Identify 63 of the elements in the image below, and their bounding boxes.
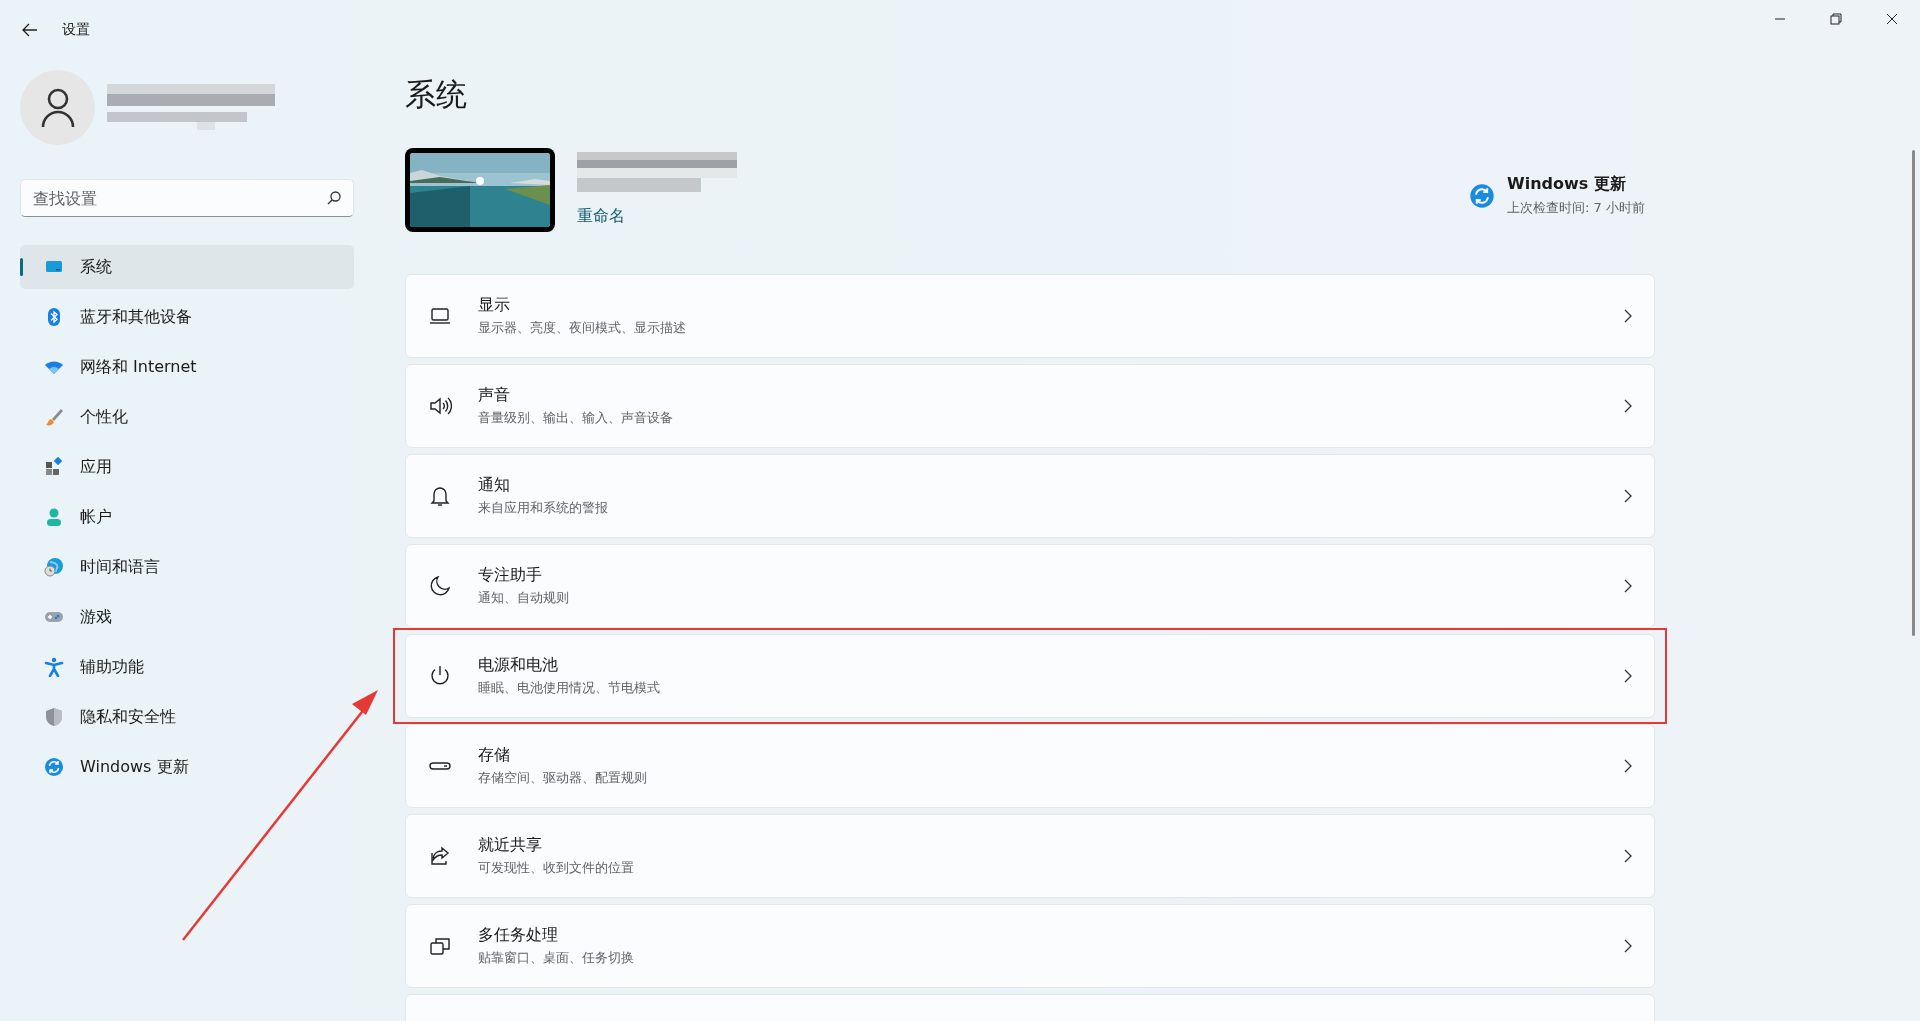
card-title: 存储 [478,745,511,766]
shield-icon [44,707,64,727]
apps-icon [44,457,64,477]
chevron-icon [1622,938,1634,954]
sidebar-item[interactable]: 应用 [20,445,354,489]
card-title: 就近共享 [478,835,543,856]
sidebar-item[interactable]: 个性化 [20,395,354,439]
card-title: 电源和电池 [478,655,559,676]
card-description: 贴靠窗口、桌面、任务切换 [478,949,634,967]
brush-icon [44,407,64,427]
update-icon [1469,182,1496,209]
scrollbar[interactable] [1912,150,1915,636]
card-title: 通知 [478,475,511,496]
settings-card[interactable]: 就近共享 可发现性、收到文件的位置 [405,814,1655,898]
restore-icon[interactable] [1830,13,1842,25]
card-title: 声音 [478,385,511,406]
accessibility-icon [44,657,64,677]
globe-clock-icon [44,557,64,577]
chevron-icon [1622,308,1634,324]
search-icon [326,190,342,206]
card-description: 通知、自动规则 [478,589,569,607]
page-title: 系统 [405,75,468,114]
settings-card[interactable]: 存储 存储空间、驱动器、配置规则 [405,724,1655,808]
card-description: 睡眠、电池使用情况、节电模式 [478,679,660,697]
chevron-icon [1622,668,1634,684]
update-subtitle: 上次检查时间: 7 小时前 [1507,199,1645,217]
search-field[interactable]: 查找设置 [20,179,354,217]
sidebar-item[interactable]: Windows 更新 [20,745,354,789]
sidebar-item[interactable]: 帐户 [20,495,354,539]
card-description: 显示器、亮度、夜间模式、显示描述 [478,319,686,337]
sidebar-item[interactable]: 游戏 [20,595,354,639]
card-title: 多任务处理 [478,925,559,946]
sidebar-item[interactable]: 时间和语言 [20,545,354,589]
sidebar-item[interactable]: 辅助功能 [20,645,354,689]
card-title: 显示 [478,295,511,316]
person-icon [44,507,64,527]
settings-card[interactable]: 通知 来自应用和系统的警报 [405,454,1655,538]
chevron-icon [1622,758,1634,774]
chevron-icon [1622,488,1634,504]
chevron-icon [1622,848,1634,864]
update-title: Windows 更新 [1507,174,1627,195]
chevron-icon [1622,578,1634,594]
card-description: 来自应用和系统的警报 [478,499,608,517]
settings-card[interactable]: 电源和电池 睡眠、电池使用情况、节电模式 [405,634,1655,718]
sidebar-item[interactable]: 网络和 Internet [20,345,354,389]
chevron-icon [1622,398,1634,414]
settings-card[interactable]: 多任务处理 贴靠窗口、桌面、任务切换 [405,904,1655,988]
sidebar-item[interactable]: 蓝牙和其他设备 [20,295,354,339]
moon-icon [428,574,452,598]
window-title: 设置 [62,21,90,39]
card-description: 可发现性、收到文件的位置 [478,859,634,877]
close-icon[interactable] [1886,13,1898,25]
settings-card[interactable]: 声音 音量级别、输出、输入、声音设备 [405,364,1655,448]
refresh-icon [44,757,64,777]
card-description: 音量级别、输出、输入、声音设备 [478,409,673,427]
bell-icon [428,484,452,508]
settings-card[interactable]: 显示 显示器、亮度、夜间模式、显示描述 [405,274,1655,358]
card-description: 存储空间、驱动器、配置规则 [478,769,647,787]
sidebar-item[interactable]: 隐私和安全性 [20,695,354,739]
rename-link[interactable]: 重命名 [577,206,741,227]
card-title: 专注助手 [478,565,543,586]
settings-card[interactable]: 专注助手 通知、自动规则 [405,544,1655,628]
sidebar-item[interactable]: 系统 [20,245,354,289]
